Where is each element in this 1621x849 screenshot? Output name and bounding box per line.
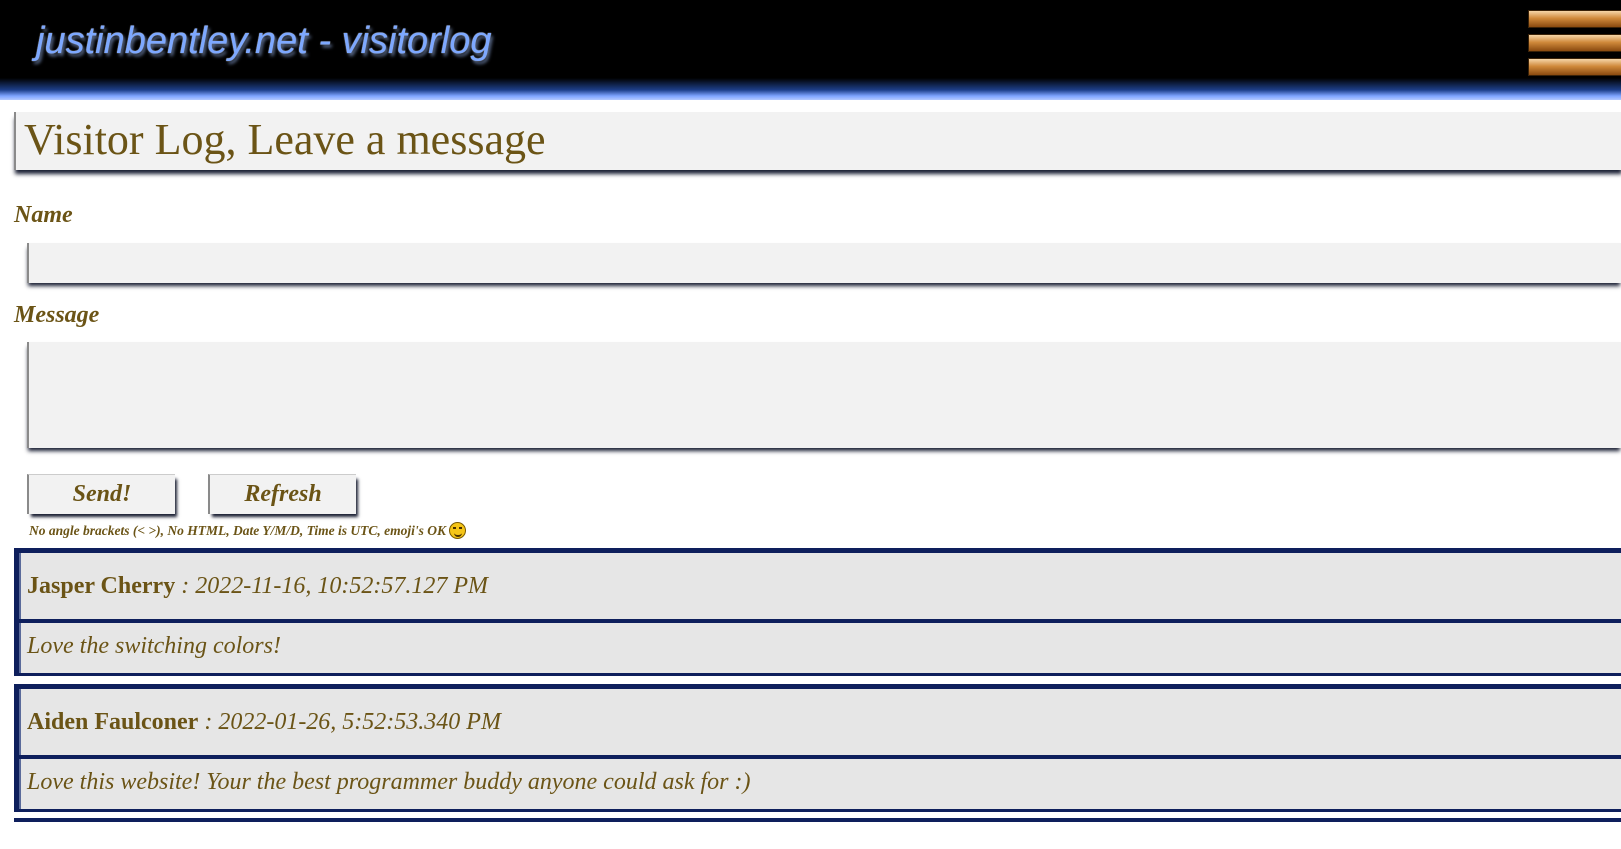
entry-meta: Jasper Cherry : 2022-11-16, 10:52:57.127… (27, 573, 488, 600)
refresh-button[interactable]: Refresh (208, 474, 356, 514)
page-heading-box: Visitor Log, Leave a message (14, 112, 1621, 170)
visitor-entry: Jasper Cherry : 2022-11-16, 10:52:57.127… (14, 548, 1621, 676)
rules-note-text: No angle brackets (< >), No HTML, Date Y… (29, 523, 446, 538)
entry-header: Aiden Faulconer : 2022-01-26, 5:52:53.34… (19, 689, 1621, 755)
message-label: Message (14, 302, 100, 328)
message-input[interactable] (27, 342, 1621, 448)
rules-note: No angle brackets (< >), No HTML, Date Y… (29, 522, 466, 539)
entry-timestamp: : 2022-11-16, 10:52:57.127 PM (175, 573, 489, 599)
entry-header: Jasper Cherry : 2022-11-16, 10:52:57.127… (19, 553, 1621, 619)
menu-bar-top (1528, 10, 1621, 28)
entry-author: Aiden Faulconer (27, 709, 199, 735)
visitor-entry: Aiden Faulconer : 2022-01-26, 5:52:53.34… (14, 684, 1621, 812)
menu-bar-middle (1528, 34, 1621, 52)
hamburger-menu-icon[interactable] (1528, 10, 1621, 78)
site-header: justinbentley.net - visitorlog (0, 0, 1621, 100)
entry-meta: Aiden Faulconer : 2022-01-26, 5:52:53.34… (27, 709, 501, 736)
entry-timestamp: : 2022-01-26, 5:52:53.340 PM (198, 709, 501, 735)
name-input[interactable] (27, 243, 1621, 283)
entry-message-box: Love this website! Your the best program… (19, 759, 1621, 809)
menu-bar-bottom (1528, 58, 1621, 76)
entry-message: Love the switching colors! (27, 633, 281, 659)
entry-author: Jasper Cherry (27, 573, 176, 599)
send-button[interactable]: Send! (27, 474, 175, 514)
next-entry-edge (14, 818, 1621, 822)
entry-message-box: Love the switching colors! (19, 623, 1621, 673)
entry-message: Love this website! Your the best program… (27, 769, 751, 795)
name-label: Name (14, 202, 73, 228)
page-title: Visitor Log, Leave a message (24, 115, 546, 164)
smiling-face-emoji-icon (448, 522, 466, 539)
site-title[interactable]: justinbentley.net - visitorlog (36, 20, 492, 63)
